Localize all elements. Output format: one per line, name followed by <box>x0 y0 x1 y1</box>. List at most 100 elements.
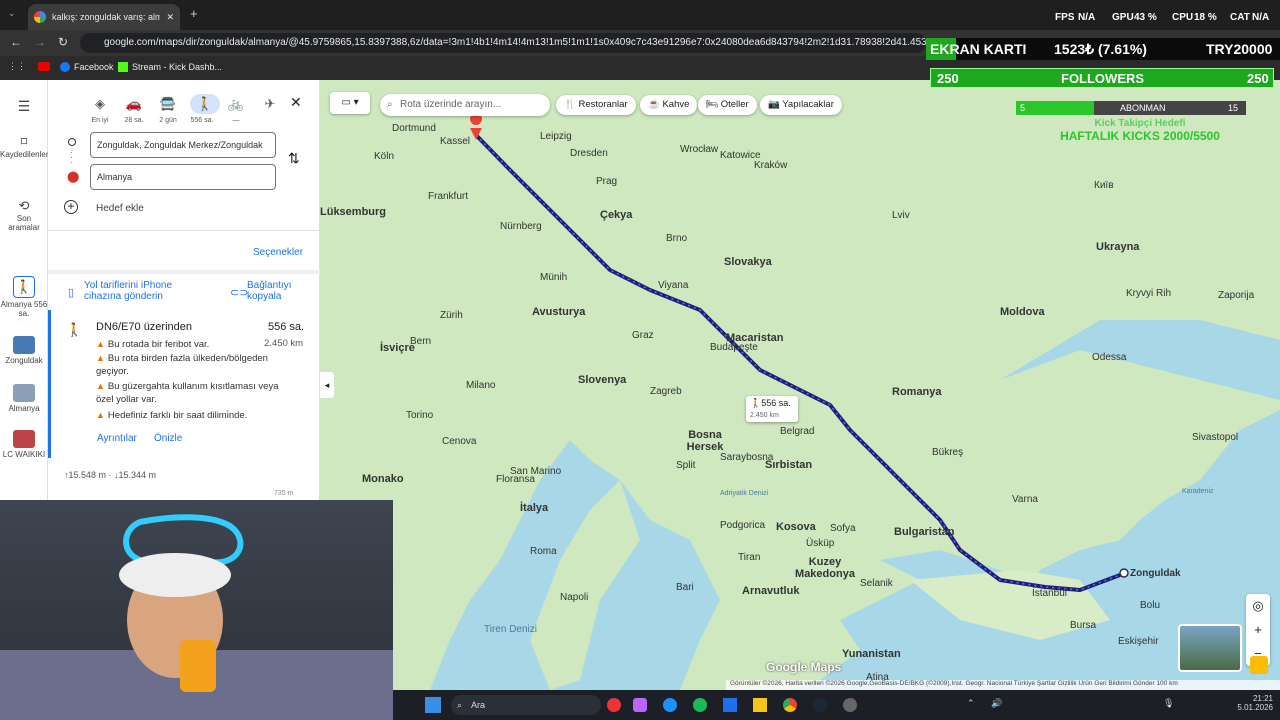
label-thessaloniki: Selanik <box>860 578 893 589</box>
send-to-phone[interactable]: Yol tariflerini iPhone cihazına gönderin <box>84 280 204 302</box>
chip-hotels[interactable]: 🛏 Oteller <box>698 95 757 115</box>
kicks-text: HAFTALIK KICKS 2000/5500 <box>1060 129 1220 143</box>
spotify-icon[interactable] <box>693 698 707 712</box>
mode-flight[interactable]: ✈ <box>258 94 282 124</box>
drink-glass <box>180 640 216 692</box>
origin-input[interactable]: Zonguldak, Zonguldak Merkez/Zonguldak <box>90 132 276 158</box>
rail-recents[interactable]: ⟲ Son aramalar <box>0 198 48 232</box>
add-destination[interactable]: Hedef ekle <box>96 203 144 214</box>
label-vienna: Viyana <box>658 280 689 291</box>
clock[interactable]: 21:21 5.01.2026 <box>1235 694 1273 712</box>
forward-icon[interactable]: → <box>34 35 46 49</box>
swap-icon[interactable]: ⇅ <box>288 150 300 167</box>
rail-almanya[interactable]: Almanya <box>0 384 48 413</box>
subscribers-count: 5 <box>1020 103 1026 113</box>
search-icon: ⌕ <box>457 700 463 710</box>
tab-close-icon[interactable]: ✕ <box>166 12 174 23</box>
callout-time: 556 sa. <box>761 398 791 408</box>
label-bolu: Bolu <box>1140 600 1161 611</box>
search-placeholder: Rota üzerinde arayın... <box>400 99 502 110</box>
bookmark-icon: ⌑ <box>20 134 28 149</box>
mode-best[interactable]: ◈ En iyi <box>88 94 112 124</box>
label-kosovo: Kosova <box>776 521 816 533</box>
label-black-sea: Karadeniz <box>1182 488 1214 495</box>
bed-icon: 🛏 <box>706 99 721 110</box>
label-north-macedonia: Kuzey Makedonya <box>795 556 855 580</box>
zoom-in-button[interactable]: + <box>1246 618 1270 642</box>
chip-restaurants[interactable]: 🍴 Restoranlar <box>556 95 636 115</box>
copy-link[interactable]: Bağlantıyı kopyala <box>247 280 317 302</box>
rail-saved[interactable]: ⌑ Kaydedilenler <box>0 134 48 159</box>
label-dortmund: Dortmund <box>392 123 436 134</box>
store-icon[interactable] <box>723 698 737 712</box>
details-link[interactable]: Ayrıntılar <box>97 433 137 444</box>
reload-icon[interactable]: ↻ <box>58 35 68 49</box>
menu-icon[interactable]: ☰ <box>0 98 48 115</box>
app-icon[interactable] <box>607 698 621 712</box>
label-eskisehir: Eskişehir <box>1118 636 1159 647</box>
back-icon[interactable]: ← <box>10 35 22 49</box>
taskbar-search[interactable]: ⌕ Ara <box>451 695 601 715</box>
bookmark-kick[interactable]: Stream - Kick Dashb... <box>118 62 222 72</box>
label-bucharest: Bükreş <box>932 447 964 458</box>
label-split: Split <box>676 460 696 471</box>
youtube-icon[interactable] <box>38 62 50 71</box>
layers-button[interactable]: ▭ ▾ <box>330 92 370 114</box>
apps-icon[interactable]: ⋮⋮ <box>8 61 26 72</box>
mode-label: En iyi <box>91 117 109 124</box>
rail-walk[interactable]: 🚶 Almanya 556 sa. <box>0 276 48 318</box>
cpu-label: CPU <box>1172 12 1194 23</box>
label-luxembourg: Lüksemburg <box>320 206 387 218</box>
collapse-panel-button[interactable]: ◂ <box>320 372 334 398</box>
locate-icon[interactable]: ◎ <box>1246 594 1270 618</box>
bookmark-facebook[interactable]: Facebook <box>60 62 114 72</box>
tab-search-icon[interactable]: ⌄ <box>8 8 16 19</box>
preview-link[interactable]: Önizle <box>154 433 182 444</box>
donation-goal-bar: EKRAN KARTI 1523₺ (7.61%) TRY20000 <box>926 38 1280 60</box>
options-link[interactable]: Seçenekler <box>253 247 303 258</box>
subscribers-bar: 5 ABONMAN 15 <box>1016 101 1246 115</box>
mode-walk[interactable]: 🚶 556 sa. <box>190 94 220 124</box>
label-ukraine: Ukrayna <box>1096 241 1140 253</box>
steam-icon[interactable] <box>813 698 827 712</box>
volume-icon[interactable]: 🔊 <box>991 698 1002 709</box>
edge-icon[interactable] <box>663 698 677 712</box>
webcam-scene <box>0 514 393 720</box>
divider <box>48 230 320 231</box>
route-callout[interactable]: 🚶556 sa. 2.450 km <box>746 396 798 422</box>
chrome-icon[interactable] <box>783 698 797 712</box>
app-icon[interactable] <box>633 698 647 712</box>
address-bar[interactable]: google.com/maps/dir/zonguldak/almanya/@4… <box>80 33 926 53</box>
mode-car[interactable]: 🚗 28 sa. <box>122 94 146 124</box>
label-florence: Floransa <box>496 474 535 485</box>
label-sofia: Sofya <box>830 523 856 534</box>
label-bari: Bari <box>676 582 694 593</box>
mode-bike[interactable]: 🚲 — <box>224 94 248 124</box>
app-icon[interactable] <box>843 698 857 712</box>
destination-input[interactable]: Almanya <box>90 164 276 190</box>
rail-zonguldak[interactable]: Zonguldak <box>0 336 48 365</box>
street-view-thumbnail[interactable] <box>1178 624 1242 672</box>
pegman-icon[interactable] <box>1250 656 1268 674</box>
close-icon[interactable]: ✕ <box>290 94 302 111</box>
mode-transit[interactable]: 🚍 2 gün <box>156 94 180 124</box>
label-bosnia: Bosna Hersek <box>686 429 724 453</box>
chip-things-to-do[interactable]: 📷 Yapılacaklar <box>760 95 842 115</box>
kick-icon <box>118 62 128 72</box>
tab-active[interactable]: kalkış: zonguldak varış: almanya ✕ <box>28 4 180 30</box>
new-tab-icon[interactable]: + <box>190 6 198 21</box>
folder-icon[interactable] <box>753 698 767 712</box>
map-canvas[interactable]: 🚶556 sa. 2.450 km Çekya Slovakya Ukrayna… <box>320 80 1280 690</box>
add-icon[interactable]: + <box>64 200 78 214</box>
mic-icon[interactable]: 🎙 <box>1163 698 1174 709</box>
car-icon: 🚗 <box>125 96 143 111</box>
route-search-input[interactable]: ⌕ Rota üzerinde arayın... <box>380 94 550 116</box>
history-icon: ⟲ <box>18 198 30 213</box>
rail-lc[interactable]: LC WAIKIKI <box>0 430 48 459</box>
label-austria: Avusturya <box>532 306 586 318</box>
windows-start-icon[interactable] <box>425 697 441 713</box>
route-selected-bar <box>48 310 51 458</box>
label-varna: Varna <box>1012 494 1038 505</box>
chevron-up-icon[interactable]: ⌃ <box>967 698 975 709</box>
chip-coffee[interactable]: ☕ Kahve <box>640 95 698 115</box>
